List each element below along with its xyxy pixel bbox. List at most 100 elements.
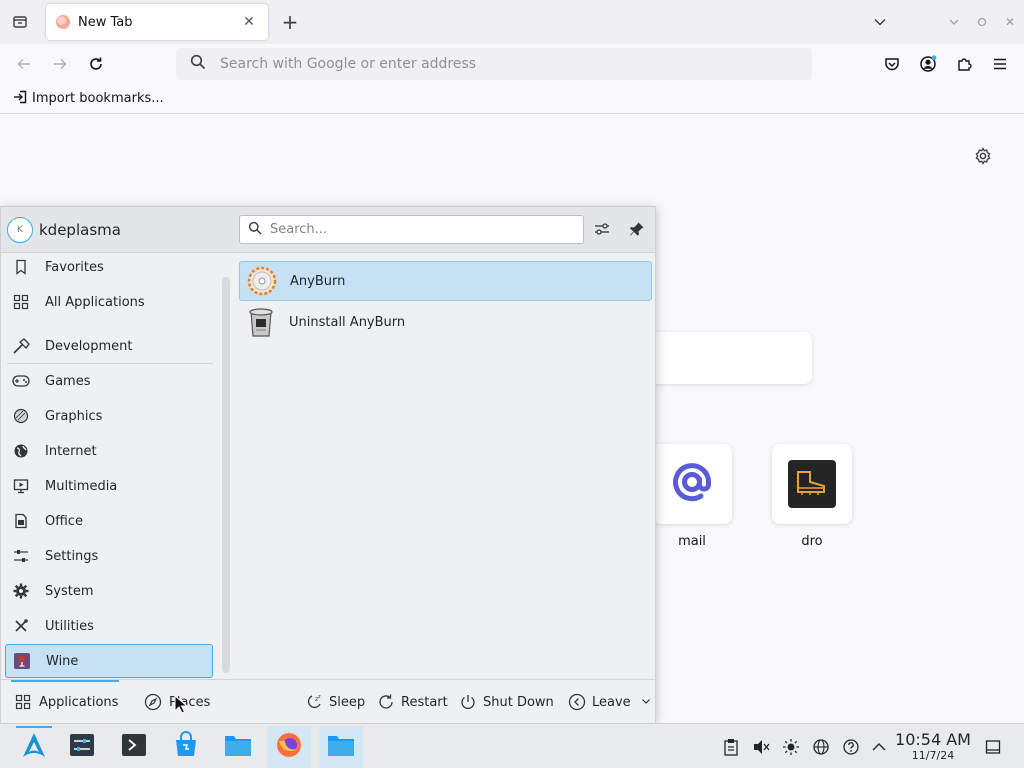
launcher-footer: Applications Places zz Sleep Restart Shu… [1, 679, 655, 723]
category-label: Graphics [45, 408, 103, 424]
back-arrow-icon[interactable] [12, 52, 36, 76]
taskbar-konsole[interactable] [112, 726, 156, 768]
palette-icon [11, 406, 31, 426]
applications-tab-label: Applications [39, 694, 119, 710]
chevron-down-icon [641, 695, 651, 710]
folder-icon [326, 731, 356, 763]
arch-logo-icon [20, 731, 48, 763]
category-label: All Applications [45, 294, 145, 310]
category-multimedia[interactable]: Multimedia [5, 469, 213, 503]
wine-glass-icon [12, 651, 32, 671]
forward-arrow-icon[interactable] [48, 52, 72, 76]
at-sign-icon [667, 457, 717, 511]
app-anyburn[interactable]: AnyBurn [239, 261, 652, 301]
grid-icon [13, 692, 33, 712]
pocket-icon[interactable] [880, 52, 904, 76]
category-label: Development [45, 338, 133, 354]
shortcut-tile[interactable] [772, 444, 852, 524]
category-internet[interactable]: Internet [5, 434, 213, 468]
svg-text:z: z [318, 694, 321, 700]
network-globe-icon[interactable] [810, 736, 832, 758]
shortcut-label: mail [678, 534, 706, 549]
tab-list-icon[interactable] [8, 10, 32, 34]
category-office[interactable]: Office [5, 504, 213, 538]
shortcut-dro[interactable]: dro [772, 444, 852, 549]
address-input[interactable] [220, 56, 780, 72]
launcher-search-box[interactable] [239, 215, 584, 244]
category-list: Favorites All Applications Development G… [1, 253, 217, 681]
app-label: AnyBurn [290, 273, 346, 289]
tray-expand-chevron-up-icon[interactable] [868, 736, 890, 758]
pin-icon[interactable] [625, 217, 649, 241]
clock-time: 10:54 AM [895, 730, 971, 749]
category-development[interactable]: Development [5, 329, 213, 363]
help-question-icon[interactable] [840, 736, 862, 758]
grid-icon [11, 292, 31, 312]
import-bookmarks-button[interactable]: Import bookmarks... [12, 89, 164, 109]
category-games[interactable]: Games [5, 364, 213, 398]
disc-icon [246, 265, 278, 297]
shutdown-button[interactable]: Shut Down [459, 680, 554, 724]
taskbar-discover[interactable] [164, 726, 208, 768]
tab-close-icon[interactable]: ✕ [240, 13, 258, 31]
discover-store-icon [172, 731, 200, 763]
taskbar-panel: 10:54 AM 11/7/24 [0, 723, 1024, 768]
volume-muted-icon[interactable] [750, 736, 772, 758]
hamburger-menu-icon[interactable] [988, 52, 1012, 76]
category-system[interactable]: System [5, 574, 213, 608]
taskbar-dolphin[interactable] [216, 726, 260, 768]
tools-icon [11, 616, 31, 636]
window-close-icon[interactable]: ✕ [1000, 12, 1020, 32]
sleep-label: Sleep [329, 694, 366, 710]
clipboard-icon[interactable] [720, 736, 742, 758]
address-bar[interactable] [176, 48, 812, 80]
leave-button[interactable]: Leave [568, 680, 651, 724]
sleep-button[interactable]: zz Sleep [305, 680, 365, 724]
taskbar-system-settings[interactable] [60, 726, 104, 768]
bookmark-icon [11, 257, 31, 277]
compass-icon [143, 692, 163, 712]
brightness-icon[interactable] [780, 736, 802, 758]
show-desktop-icon[interactable] [982, 736, 1004, 758]
app-uninstall-anyburn[interactable]: Uninstall AnyBurn [239, 302, 652, 342]
window-maximize-icon[interactable] [972, 12, 992, 32]
bookmarks-toolbar: Import bookmarks... [0, 84, 1024, 114]
category-graphics[interactable]: Graphics [5, 399, 213, 433]
restart-button[interactable]: Restart [377, 680, 448, 724]
category-all-applications[interactable]: All Applications [5, 285, 213, 319]
new-tab-plus-icon[interactable]: + [278, 10, 302, 34]
category-utilities[interactable]: Utilities [5, 609, 213, 643]
digital-clock[interactable]: 10:54 AM 11/7/24 [894, 731, 972, 763]
page-settings-gear-icon[interactable] [972, 145, 994, 167]
configure-sliders-icon[interactable] [590, 217, 614, 241]
account-avatar-icon[interactable] [916, 52, 940, 76]
username: kdeplasma [39, 221, 121, 239]
folder-icon [223, 731, 253, 763]
browser-tab-new-tab[interactable]: New Tab ✕ [46, 4, 268, 40]
category-wine[interactable]: Wine [5, 644, 213, 678]
applications-tab[interactable]: Applications [10, 680, 120, 724]
taskbar-firefox[interactable] [267, 726, 311, 768]
extensions-puzzle-icon[interactable] [952, 52, 976, 76]
hammer-icon [11, 336, 31, 356]
user-avatar[interactable]: K [7, 217, 33, 243]
category-scrollbar[interactable] [222, 277, 230, 673]
list-all-tabs-chevron-icon[interactable] [868, 10, 892, 34]
category-favorites[interactable]: Favorites [5, 253, 213, 284]
launcher-header: K kdeplasma [1, 207, 655, 253]
search-icon [248, 221, 262, 239]
shutdown-label: Shut Down [483, 694, 554, 710]
launcher-search-input[interactable] [270, 222, 570, 237]
shortcut-tile[interactable] [652, 444, 732, 524]
app-launcher-button[interactable] [12, 726, 56, 768]
category-label: Favorites [45, 259, 104, 275]
category-settings[interactable]: Settings [5, 539, 213, 573]
reload-icon[interactable] [84, 52, 108, 76]
taskbar-file-manager-window[interactable] [319, 726, 363, 768]
shortcut-mail[interactable]: mail [652, 444, 732, 549]
app-label: Uninstall AnyBurn [289, 314, 406, 330]
window-minimize-icon[interactable] [944, 12, 964, 32]
category-label: Settings [45, 548, 99, 564]
sliders-icon [11, 546, 31, 566]
restart-icon [377, 693, 395, 711]
